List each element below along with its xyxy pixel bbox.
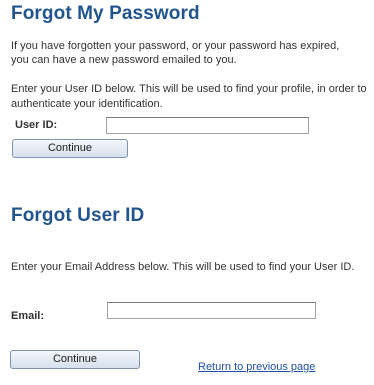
email-label: Email: <box>11 310 45 322</box>
user-id-label: User ID: <box>15 119 58 131</box>
forgot-password-instructions-line2: authenticate your identification. <box>11 98 163 110</box>
email-input[interactable] <box>107 302 316 319</box>
forgot-user-id-title: Forgot User ID <box>11 205 145 226</box>
return-to-previous-page-link[interactable]: Return to previous page <box>198 361 315 373</box>
forgot-password-continue-button[interactable]: Continue <box>12 139 128 158</box>
forgot-password-instructions-line1: Enter your User ID below. This will be u… <box>11 83 367 95</box>
forgot-password-title: Forgot My Password <box>11 3 200 24</box>
forgot-user-id-continue-button[interactable]: Continue <box>10 350 140 369</box>
forgot-user-id-instructions: Enter your Email Address below. This wil… <box>11 261 355 273</box>
forgot-password-intro-line2: you can have a new password emailed to y… <box>11 54 237 66</box>
user-id-input[interactable] <box>106 117 309 134</box>
